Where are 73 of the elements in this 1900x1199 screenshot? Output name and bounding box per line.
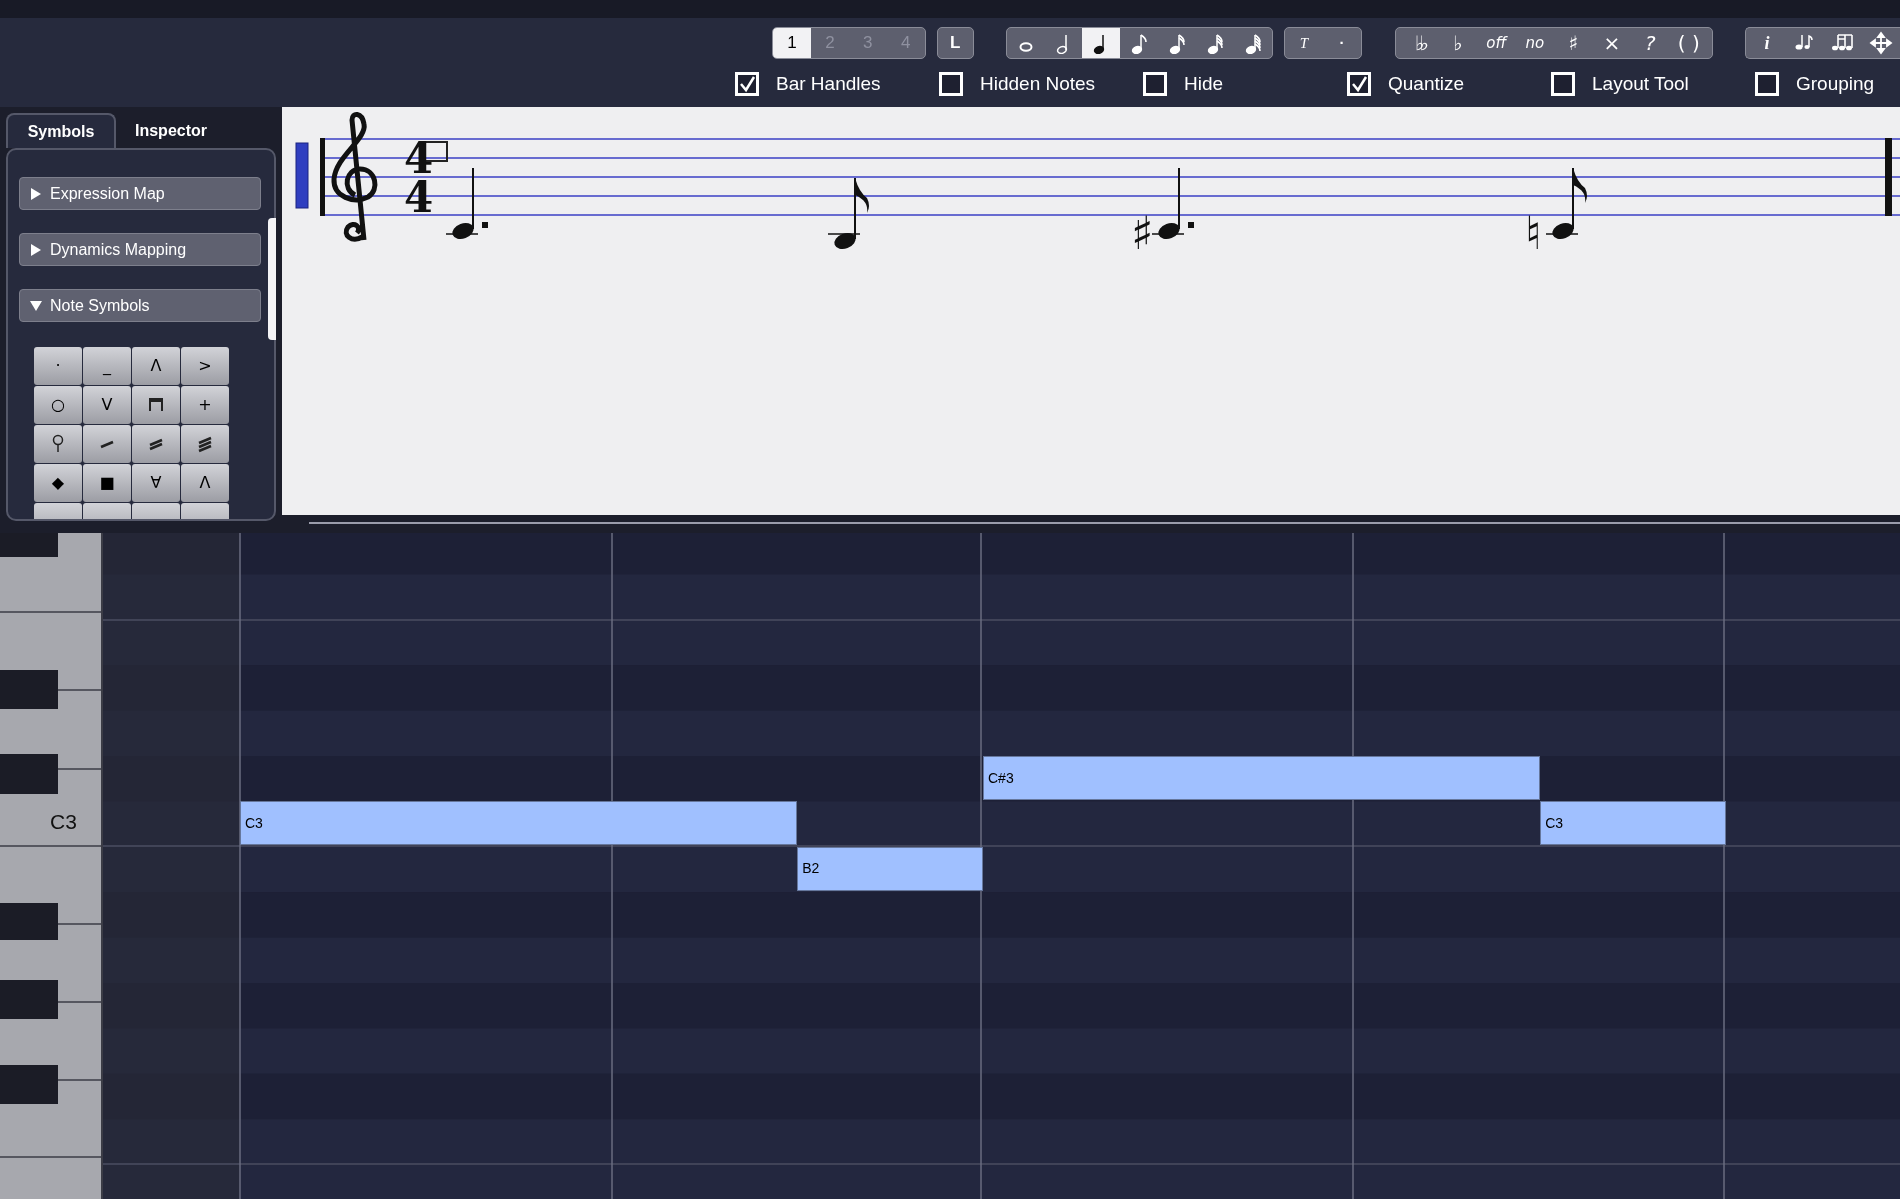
symbol-button[interactable]: Λ xyxy=(181,464,229,502)
midi-note[interactable]: B2 xyxy=(797,846,983,891)
eighth-note-icon xyxy=(1129,32,1150,54)
thirty-second-note-icon xyxy=(1205,32,1226,54)
section-label: Expression Map xyxy=(50,183,165,204)
move-icon xyxy=(1869,31,1893,55)
midi-note[interactable]: C#3 xyxy=(983,756,1541,800)
symbol-button[interactable] xyxy=(34,425,82,463)
panel-tab[interactable]: Inspector xyxy=(116,113,226,148)
symbol-button[interactable]: ∀ xyxy=(132,464,180,502)
l-button[interactable]: L xyxy=(936,27,974,59)
section-label: Dynamics Mapping xyxy=(50,239,187,260)
eighth-note xyxy=(827,177,869,249)
symbol-button[interactable]: ○ xyxy=(34,386,82,424)
midi-note[interactable]: C3 xyxy=(1540,801,1726,846)
accidental-sign: ♯ xyxy=(1131,206,1154,260)
sixty-fourth-note-icon xyxy=(1243,32,1264,54)
section-header[interactable]: Expression Map xyxy=(19,177,261,210)
panel-tab[interactable]: Symbols xyxy=(6,113,116,148)
accidental-button[interactable]: ? xyxy=(1631,28,1670,58)
dotted-quarter-note xyxy=(1151,167,1194,239)
section-header[interactable]: Note Symbols xyxy=(19,289,261,322)
accidental-button[interactable]: ♯ xyxy=(1554,28,1593,58)
symbol-button[interactable]: + xyxy=(181,386,229,424)
eighth-note xyxy=(1545,167,1587,239)
accidental-button[interactable]: × xyxy=(1592,28,1631,58)
symbol-button[interactable] xyxy=(181,425,229,463)
whole-note-icon xyxy=(1018,42,1033,52)
accidental-button[interactable]: no xyxy=(1515,28,1554,58)
accidental-button[interactable]: ♭♭ xyxy=(1400,28,1439,58)
symbol-button[interactable] xyxy=(132,425,180,463)
key-label: C3 xyxy=(50,809,77,835)
check-icon xyxy=(738,75,756,94)
symbol-button[interactable]: ◆ xyxy=(34,464,82,502)
checkbox[interactable] xyxy=(1143,72,1167,97)
option-label: Bar Handles xyxy=(776,72,881,96)
option-label: Hidden Notes xyxy=(980,72,1096,96)
check-icon xyxy=(1350,75,1368,94)
staff-marker xyxy=(295,142,309,209)
accidental-button[interactable]: off xyxy=(1477,28,1516,58)
midi-note[interactable]: C3 xyxy=(240,801,798,846)
symbol-button[interactable]: · xyxy=(34,347,82,385)
checkbox[interactable] xyxy=(735,72,759,97)
symbol-button[interactable]: ■ xyxy=(83,464,131,502)
option-label: Grouping xyxy=(1796,72,1875,96)
symbol-button[interactable]: _ xyxy=(83,347,131,385)
dot-tool-button[interactable]: · xyxy=(1323,28,1361,58)
slash-icon xyxy=(196,434,214,454)
option-label: Hide xyxy=(1184,72,1224,96)
symbol-button[interactable]: > xyxy=(181,347,229,385)
option-label: Quantize xyxy=(1388,72,1465,96)
sixteenth-note-icon xyxy=(1167,32,1188,54)
checkbox[interactable] xyxy=(1755,72,1779,97)
checkbox[interactable] xyxy=(1551,72,1575,97)
accidental-button[interactable]: ♭ xyxy=(1438,28,1477,58)
symbol-button[interactable]: Λ xyxy=(132,347,180,385)
treble-clef-icon xyxy=(331,111,378,243)
checkbox[interactable] xyxy=(939,72,963,97)
section-label: Note Symbols xyxy=(50,295,150,316)
checkbox[interactable] xyxy=(1347,72,1371,97)
option-label: Layout Tool xyxy=(1592,72,1689,96)
section-header[interactable]: Dynamics Mapping xyxy=(19,233,261,266)
horizontal-scrollbar[interactable] xyxy=(309,522,1900,524)
symbol-button[interactable] xyxy=(132,386,180,424)
info-button[interactable]: i xyxy=(1748,28,1786,58)
accidental-sign: ♮ xyxy=(1525,206,1542,260)
text-tool-button[interactable]: T xyxy=(1285,28,1323,58)
symbol-button[interactable]: V xyxy=(83,386,131,424)
note-value-button[interactable] xyxy=(1082,28,1121,58)
scrollbar-thumb[interactable] xyxy=(268,218,276,340)
dotted-quarter-note xyxy=(445,167,488,239)
voice-button[interactable]: 1 xyxy=(773,28,811,58)
accidental-button[interactable]: ( ) xyxy=(1669,28,1708,58)
